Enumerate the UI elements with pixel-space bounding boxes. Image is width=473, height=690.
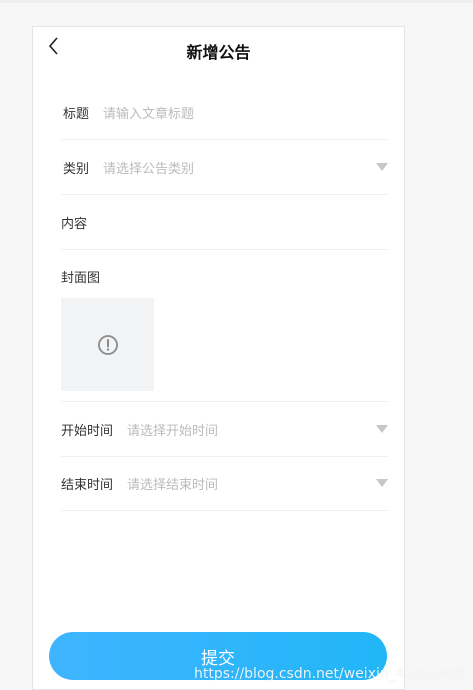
category-select[interactable]: 请选择公告类别 [103,158,376,177]
content-label: 内容 [61,216,88,232]
title-input[interactable]: 请输入文章标题 [103,103,388,122]
cover-image-uploader[interactable] [61,298,154,391]
start-time-select[interactable]: 请选择开始时间 [127,420,376,439]
title-label: 标题 [63,106,90,122]
cover-field-row: 封面图 [61,249,388,303]
category-field-row[interactable]: 类别 请选择公告类别 [61,140,388,195]
exclamation-circle-icon [97,334,118,355]
end-time-select[interactable]: 请选择结束时间 [127,474,376,493]
start-time-field-row[interactable]: 开始时间 请选择开始时间 [61,402,388,457]
page-title: 新增公告 [186,43,251,62]
nav-bar: 新增公告 [33,27,404,71]
caret-down-icon [376,479,388,487]
title-field-row[interactable]: 标题 请输入文章标题 [61,85,388,140]
end-time-field-row[interactable]: 结束时间 请选择结束时间 [61,456,388,511]
end-time-label: 结束时间 [61,477,114,493]
content-field-row[interactable]: 内容 [61,195,388,250]
category-label: 类别 [63,161,90,177]
cover-label: 封面图 [61,270,101,286]
start-time-label: 开始时间 [61,423,114,439]
watermark-text: https://blog.csdn.net/weixin_43392489 [193,666,467,682]
caret-down-icon [376,163,388,171]
phone-screen: 新增公告 标题 请输入文章标题 类别 请选择公告类别 内容 封面图 开始时间 请… [32,26,405,690]
browser-top-strip [0,0,473,3]
caret-down-icon [376,425,388,433]
